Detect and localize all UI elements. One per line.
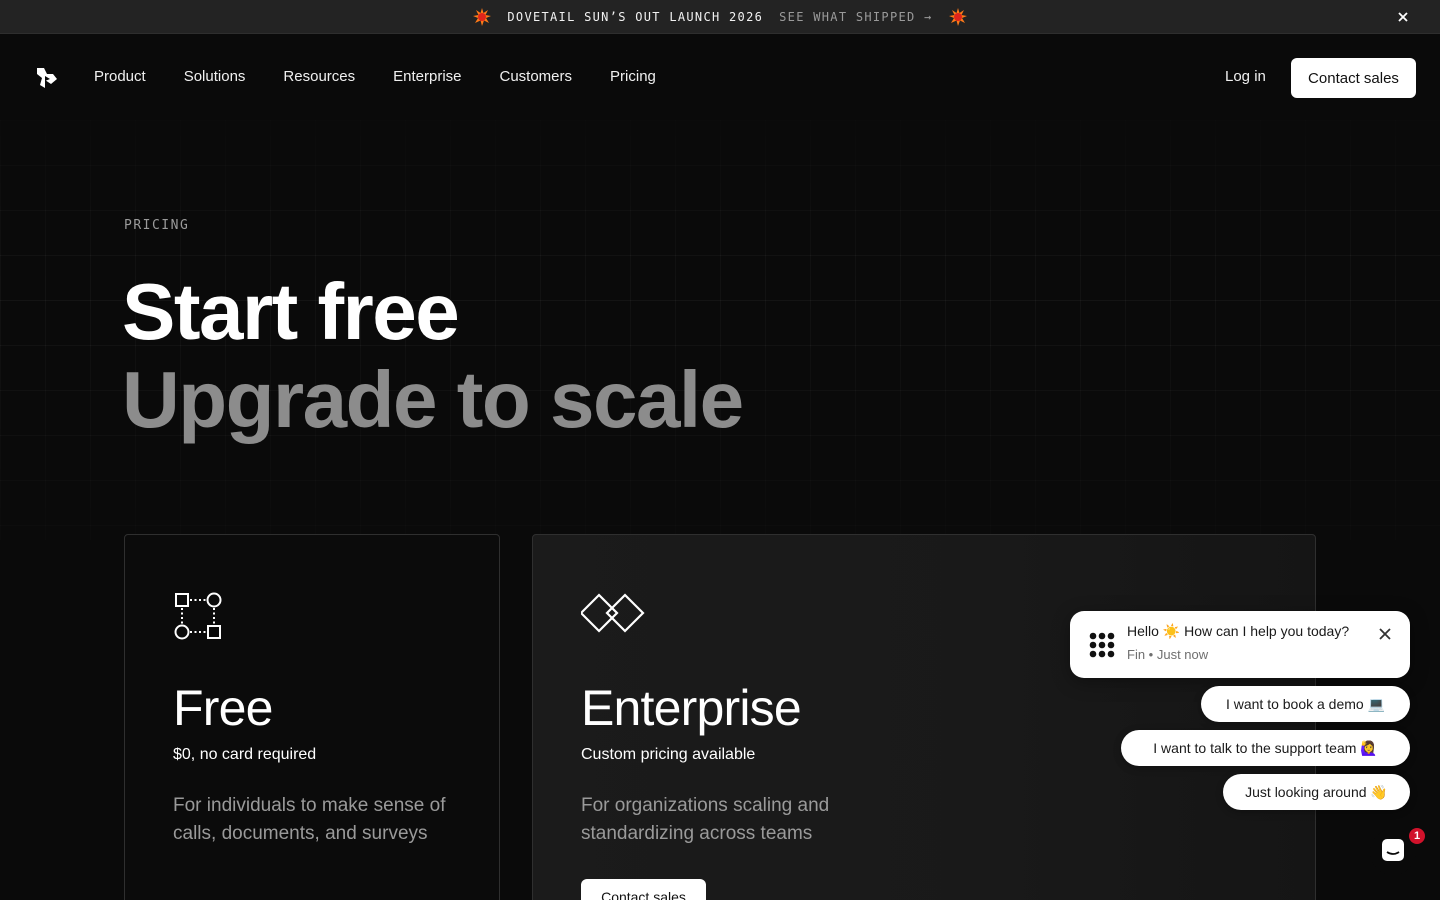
chat-option-just-looking[interactable]: Just looking around 👋: [1223, 774, 1410, 810]
linked-diamonds-icon: [579, 591, 645, 640]
plan-card-free: Free $0, no card required For individual…: [124, 534, 500, 900]
page-eyebrow: PRICING: [124, 218, 190, 233]
plan-description: For organizations scaling and standardiz…: [581, 795, 830, 844]
enterprise-contact-sales-button[interactable]: Contact sales: [581, 879, 706, 900]
close-icon[interactable]: [1378, 627, 1392, 641]
plan-name: Enterprise: [581, 680, 802, 736]
unread-count-badge: 1: [1409, 828, 1425, 844]
chat-message-meta: Fin • Just now: [1127, 647, 1209, 662]
plan-card-enterprise: Enterprise Custom pricing available For …: [532, 534, 1316, 900]
title-line-1: Start free: [122, 267, 460, 356]
nav-product[interactable]: Product: [94, 68, 146, 85]
chat-option-book-demo[interactable]: I want to book a demo 💻: [1201, 686, 1410, 722]
dovetail-logo-icon[interactable]: [34, 65, 60, 91]
title-line-2: Upgrade to scale: [122, 355, 744, 444]
nav-enterprise[interactable]: Enterprise: [393, 68, 461, 85]
fin-bot-avatar-icon: [1088, 631, 1116, 659]
login-link[interactable]: Log in: [1225, 68, 1266, 85]
node-graph-icon: [173, 591, 223, 646]
plan-price: Custom pricing available: [581, 746, 756, 763]
sun-burst-icon: [948, 7, 967, 26]
main-nav: Product Solutions Resources Enterprise C…: [0, 34, 1440, 120]
chat-message-text: Hello ☀️ How can I help you today?: [1127, 623, 1350, 639]
chat-option-support-team[interactable]: I want to talk to the support team 🙋‍♀️: [1121, 730, 1410, 766]
nav-customers[interactable]: Customers: [500, 68, 573, 85]
plan-name: Free: [173, 680, 273, 736]
page-title: Start free Upgrade to scale: [122, 267, 744, 444]
nav-resources[interactable]: Resources: [283, 68, 355, 85]
nav-pricing[interactable]: Pricing: [610, 68, 656, 85]
contact-sales-button[interactable]: Contact sales: [1291, 58, 1416, 98]
sun-burst-icon: [473, 7, 492, 26]
close-icon[interactable]: [1394, 8, 1412, 26]
nav-solutions[interactable]: Solutions: [184, 68, 246, 85]
chat-bubble-icon: [1380, 837, 1406, 868]
announcement-bar: DOVETAIL SUN’S OUT LAUNCH 2026 SEE WHAT …: [0, 0, 1440, 34]
plan-description: For individuals to make sense of calls, …: [173, 795, 446, 844]
announcement-link[interactable]: SEE WHAT SHIPPED →: [779, 10, 932, 24]
chat-message-bubble[interactable]: Hello ☀️ How can I help you today? Fin •…: [1070, 611, 1410, 678]
announcement-title: DOVETAIL SUN’S OUT LAUNCH 2026: [507, 9, 764, 24]
plan-price: $0, no card required: [173, 746, 317, 763]
announcement-row[interactable]: DOVETAIL SUN’S OUT LAUNCH 2026 SEE WHAT …: [473, 7, 967, 26]
nav-links: Product Solutions Resources Enterprise C…: [94, 68, 656, 85]
